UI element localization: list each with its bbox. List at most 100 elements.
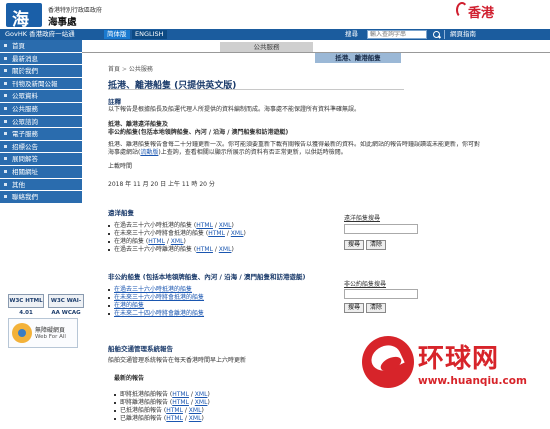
watermark-url: www.huanqiu.com	[418, 375, 527, 387]
sidebar-item-faq[interactable]: 展問解答	[0, 153, 82, 166]
bullet-icon	[4, 106, 7, 110]
xml-link[interactable]: XML	[195, 391, 208, 398]
list-item: 在未來二十四小時將會離港的船隻	[108, 310, 204, 318]
sidebar-item-publications[interactable]: 刊物及新聞公報	[0, 77, 82, 91]
item-text: 即將離港船舶報告 (	[120, 398, 173, 406]
nonconv-search-button[interactable]: 搜尋	[344, 303, 365, 313]
sidebar-item-label: 公共服務	[12, 104, 38, 113]
nonconv-clear-button[interactable]: 清除	[366, 303, 387, 313]
xml-link[interactable]: XML	[189, 407, 202, 414]
html-link[interactable]: HTML	[148, 238, 165, 245]
nonconv-report-link[interactable]: 在港的船隻	[114, 302, 144, 309]
list-item: 即將抵港船舶報告 (HTML / XML)	[114, 391, 210, 399]
nonconv-heading: 非公約船隻 (包括本地領牌船隻、內河 / 沿海 / 澳門船隻和訪港遊艇)	[108, 273, 306, 281]
list-item: 在過去三十六小時抵港的船隻 (HTML / XML)	[108, 222, 246, 230]
tab-arrivals-departures[interactable]: 抵港、離港船隻	[315, 53, 401, 63]
nonconv-report-list: 在過去三十六小時抵港的船隻 在未來三十六小時將會抵港的船隻 在港的船隻 在未來二…	[108, 286, 204, 318]
nonconv-search-label: 非公約船隻搜尋	[344, 281, 387, 288]
sidebar-item-label: 聯絡我們	[12, 193, 38, 202]
site-header: 海 香港特別行政區政府 海事處 香港	[0, 0, 550, 30]
site-search-input[interactable]	[367, 30, 427, 39]
update-label: 上載時間	[108, 163, 133, 170]
paren: )	[243, 229, 246, 237]
paren: )	[231, 222, 234, 229]
breadcrumb: 首頁 > 公共服務	[108, 64, 153, 73]
web-for-all-icon	[12, 323, 32, 343]
desc-text: 上查詢，查看相關以顯示所展示的資料有否正常更新，以供話時檢閱。	[160, 149, 347, 156]
html-link[interactable]: HTML	[166, 407, 183, 414]
department-name: 海事處	[48, 17, 77, 28]
xml-link[interactable]: XML	[219, 222, 232, 229]
sitemap-link[interactable]: 網頁指南	[450, 30, 476, 39]
search-icon[interactable]	[433, 31, 440, 38]
sidebar-item-home[interactable]: 首頁	[0, 40, 82, 53]
notes-heading: 註釋	[108, 98, 121, 106]
sidebar-menu: 首頁 最新消息 關於我們 刊物及新聞公報 公眾資料 公共服務 公眾諮詢 電子服務…	[0, 40, 82, 204]
sidebar-item-tenders[interactable]: 招標公告	[0, 140, 82, 154]
list-item: 在港的船隻	[108, 302, 204, 310]
list-item: 已抵港船舶報告 (HTML / XML)	[114, 407, 210, 415]
bullet-icon	[4, 157, 7, 161]
simplified-chinese-link[interactable]: 简体版	[104, 30, 130, 39]
sidebar-item-others[interactable]: 其他	[0, 178, 82, 192]
bullet-icon	[4, 56, 7, 60]
paren: )	[207, 398, 210, 406]
sidebar-item-news[interactable]: 最新消息	[0, 52, 82, 66]
html-link[interactable]: HTML	[172, 391, 189, 398]
paren: )	[201, 414, 204, 422]
xml-link[interactable]: XML	[189, 415, 202, 422]
xml-link[interactable]: XML	[195, 399, 208, 406]
tab-public-services[interactable]: 公共服務	[220, 42, 313, 52]
left-sidebar: 首頁 最新消息 關於我們 刊物及新聞公報 公眾資料 公共服務 公眾諮詢 電子服務…	[0, 40, 84, 429]
sidebar-item-consultation[interactable]: 公眾諮詢	[0, 115, 82, 129]
html-link[interactable]: HTML	[208, 230, 225, 237]
nonconv-search-input[interactable]	[344, 289, 418, 299]
nav-divider	[444, 30, 445, 39]
sidebar-item-label: 首頁	[12, 42, 25, 50]
w3c-html-badge[interactable]: W3C HTML 4.01	[8, 294, 44, 316]
xml-link[interactable]: XML	[219, 246, 232, 253]
sidebar-item-e-services[interactable]: 電子服務	[0, 128, 82, 141]
item-text: 即將抵港船舶報告 (	[120, 391, 173, 398]
sidebar-item-related-links[interactable]: 相關網址	[0, 165, 82, 179]
sidebar-item-public-services[interactable]: 公共服務	[0, 102, 82, 116]
sidebar-item-label: 公眾諮詢	[12, 117, 38, 126]
watermark-brand: 环球网	[418, 344, 500, 374]
sidebar-item-public-info[interactable]: 公眾資料	[0, 90, 82, 103]
govhk-link[interactable]: GovHK 香港政府一站通	[2, 30, 78, 39]
sidebar-item-about[interactable]: 關於我們	[0, 65, 82, 78]
xml-link[interactable]: XML	[231, 230, 244, 237]
bullet-icon	[4, 169, 7, 173]
traffic-description: 船舶交通管理系統報告在每天香港時間早上六時更新	[108, 357, 247, 364]
sidebar-item-label: 其他	[12, 180, 25, 189]
nonconv-report-link[interactable]: 在未來二十四小時將會離港的船隻	[114, 310, 204, 317]
sidebar-item-label: 招標公告	[12, 142, 38, 151]
sidebar-item-label: 電子服務	[12, 130, 38, 139]
web-for-all-badge[interactable]: 無障礙網頁 Web For All	[8, 318, 78, 348]
latest-report-label: 最新的報告	[114, 375, 145, 382]
ocean-clear-button[interactable]: 清除	[366, 240, 387, 250]
sidebar-item-contact[interactable]: 聯絡我們	[0, 191, 82, 204]
xml-link[interactable]: XML	[171, 238, 184, 245]
html-link[interactable]: HTML	[166, 415, 183, 422]
breadcrumb-current[interactable]: 公共服務	[129, 66, 153, 73]
breadcrumb-home[interactable]: 首頁	[108, 66, 120, 73]
update-description-1: 抵港、離港船隻報告會每二十分鐘更新一次。你可能須要重新下載有關報告以獲得最新的資…	[108, 141, 481, 148]
bullet-icon	[4, 44, 7, 47]
html-link[interactable]: HTML	[172, 399, 189, 406]
nonconv-report-link[interactable]: 在未來三十六小時將會抵港的船隻	[114, 294, 204, 301]
ocean-search-button[interactable]: 搜尋	[344, 240, 365, 250]
html-link[interactable]: HTML	[196, 246, 213, 253]
english-link[interactable]: ENGLISH	[132, 30, 167, 39]
mobile-version-link[interactable]: 流動版	[140, 149, 158, 156]
sidebar-item-label: 公眾資料	[12, 92, 38, 101]
html-link[interactable]: HTML	[196, 222, 213, 229]
nonconv-report-link[interactable]: 在過去三十六小時抵港的船隻	[114, 286, 192, 293]
w3c-wai-badge[interactable]: W3C WAI-AA WCAG 2.0	[48, 294, 84, 328]
paren: )	[231, 245, 234, 253]
marine-department-logo[interactable]: 海	[6, 3, 42, 30]
bullet-icon	[4, 195, 7, 199]
ocean-search-input[interactable]	[344, 224, 418, 234]
breadcrumb-separator: >	[120, 66, 129, 73]
item-text: 已抵港船舶報告 (	[120, 406, 167, 414]
